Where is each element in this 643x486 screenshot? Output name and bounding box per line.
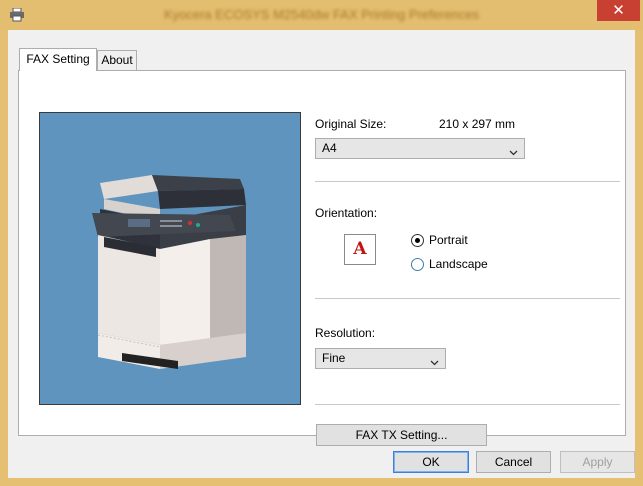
resolution-value: Fine [322, 351, 346, 365]
section-divider [315, 298, 620, 299]
printer-illustration [92, 175, 246, 369]
section-divider [315, 404, 620, 405]
chevron-down-icon [509, 144, 518, 156]
landscape-label[interactable]: Landscape [429, 257, 488, 271]
printer-preview-image [39, 112, 301, 405]
fax-setting-panel: Original Size: 210 x 297 mm A4 Orientati… [18, 70, 626, 446]
original-size-dropdown[interactable]: A4 [315, 138, 525, 159]
tab-fax-setting[interactable]: FAX Setting [19, 48, 97, 71]
tab-about[interactable]: About [97, 50, 137, 71]
ok-button[interactable]: OK [393, 451, 469, 473]
orientation-preview: A [344, 234, 376, 265]
title-bar[interactable]: Kyocera ECOSYS M2540dw FAX Printing Pref… [0, 0, 643, 30]
original-size-value: A4 [322, 141, 337, 155]
portrait-radio[interactable] [411, 234, 424, 247]
cancel-button[interactable]: Cancel [476, 451, 551, 473]
fax-tx-setting-button[interactable]: FAX TX Setting... [316, 424, 487, 446]
orientation-label: Orientation: [315, 206, 378, 220]
apply-button[interactable]: Apply [560, 451, 635, 473]
resolution-label: Resolution: [315, 326, 376, 340]
close-button[interactable]: ✕ [597, 0, 640, 21]
printing-preferences-window: Kyocera ECOSYS M2540dw FAX Printing Pref… [0, 0, 643, 486]
original-size-dimensions: 210 x 297 mm [439, 117, 516, 131]
original-size-label: Original Size: [315, 117, 387, 131]
chevron-down-icon [430, 354, 439, 366]
window-title: Kyocera ECOSYS M2540dw FAX Printing Pref… [163, 7, 480, 22]
portrait-label[interactable]: Portrait [429, 233, 468, 247]
dialog-client-area: FAX Setting About Original Size: 210 x 2… [8, 30, 635, 478]
section-divider [315, 181, 620, 182]
landscape-radio[interactable] [411, 258, 424, 271]
resolution-dropdown[interactable]: Fine [315, 348, 446, 369]
